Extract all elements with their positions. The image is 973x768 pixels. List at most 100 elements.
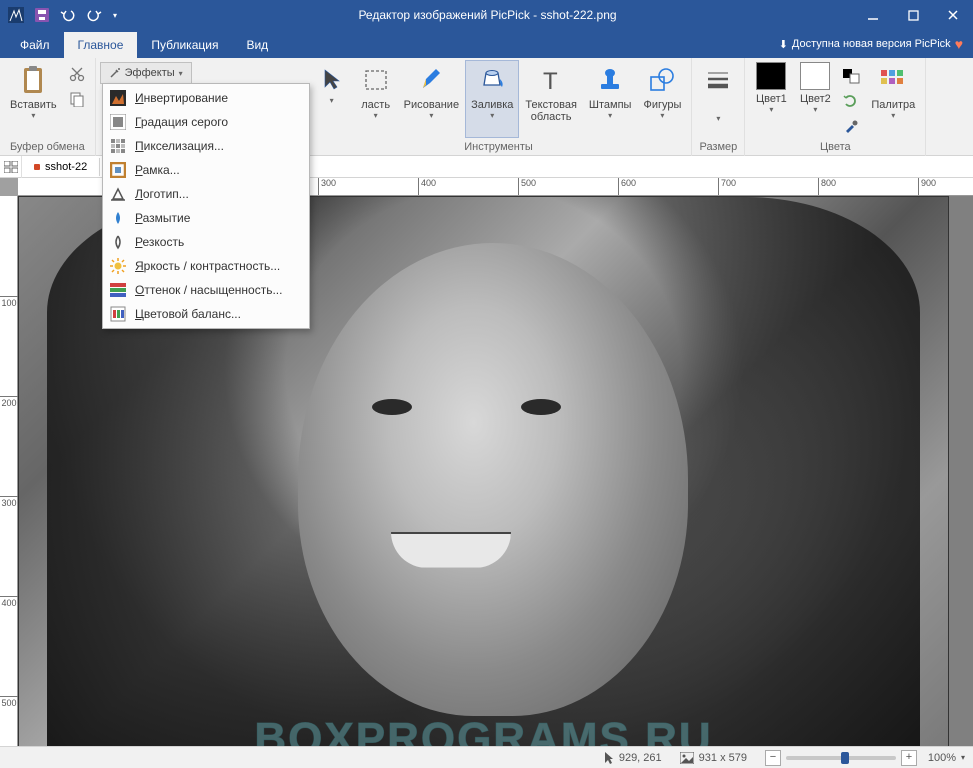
statusbar: 929, 261 931 x 579 − + 100% ▾ [0, 746, 973, 768]
svg-text:T: T [543, 68, 558, 93]
color1-button[interactable]: Цвет1 ▾ [749, 60, 793, 138]
text-icon: T [535, 64, 567, 96]
menu-item-icon [109, 305, 127, 323]
bucket-icon [476, 64, 508, 96]
select-icon [360, 64, 392, 96]
text-tool[interactable]: T Текстовая область [519, 60, 582, 138]
menu-item-label: Цветовой баланс... [135, 307, 241, 321]
app-icon[interactable] [4, 3, 28, 27]
window-title: Редактор изображений PicPick - sshot-222… [122, 8, 853, 22]
effects-dropdown-button[interactable]: Эффекты ▾ [100, 62, 192, 84]
tab-view[interactable]: Вид [232, 32, 282, 58]
menu-item-label: Оттенок / насыщенность... [135, 283, 282, 297]
cursor-icon [603, 751, 614, 765]
menu-item-label: Пикселизация... [135, 139, 224, 153]
document-tab[interactable]: sshot-22 [22, 158, 100, 176]
copy-button[interactable] [65, 87, 89, 111]
effects-menu-item[interactable]: Пикселизация... [105, 134, 307, 158]
color2-button[interactable]: Цвет2 ▾ [793, 60, 837, 138]
update-text: Доступна новая версия PicPick [792, 38, 951, 50]
pencil-icon [415, 64, 447, 96]
maximize-button[interactable] [893, 0, 933, 30]
menu-item-label: Рамка... [135, 163, 180, 177]
zoom-in-button[interactable]: + [901, 750, 917, 766]
palette-button[interactable]: Палитра ▾ [865, 60, 921, 138]
effects-menu-item[interactable]: Цветовой баланс... [105, 302, 307, 326]
save-button[interactable] [30, 3, 54, 27]
minimize-button[interactable] [853, 0, 893, 30]
menu-item-label: Градация серого [135, 115, 228, 129]
menu-item-icon [109, 161, 127, 179]
zoom-dropdown[interactable]: ▾ [961, 753, 965, 762]
menu-item-label: Инвертирование [135, 91, 228, 105]
titlebar: ▾ Редактор изображений PicPick - sshot-2… [0, 0, 973, 30]
group-label-tools: Инструменты [464, 141, 533, 156]
paste-button[interactable]: Вставить ▾ [4, 60, 63, 138]
effects-menu-item[interactable]: Градация серого [105, 110, 307, 134]
menu-item-icon [109, 137, 127, 155]
switch-colors-button[interactable] [839, 89, 863, 113]
effects-menu-item[interactable]: Логотип... [105, 182, 307, 206]
eyedropper-button[interactable] [839, 114, 863, 138]
swap-colors-button[interactable] [839, 64, 863, 88]
cut-button[interactable] [65, 62, 89, 86]
menu-item-icon [109, 233, 127, 251]
download-icon: ⬇ [779, 38, 788, 51]
watermark-text: BOXPROGRAMS.RU [254, 714, 712, 746]
menu-item-label: Логотип... [135, 187, 189, 201]
group-label-size: Размер [699, 141, 737, 156]
clipboard-icon [17, 64, 49, 96]
color2-swatch [800, 62, 830, 90]
ribbon-tabs: Файл Главное Публикация Вид ⬇ Доступна н… [0, 30, 973, 58]
effects-menu-item[interactable]: Резкость [105, 230, 307, 254]
select-tool[interactable]: ласть ▾ [354, 60, 398, 138]
document-tab-label: sshot-22 [45, 161, 87, 173]
group-colors: Цвет1 ▾ Цвет2 ▾ [745, 58, 926, 156]
group-size: ▾ Размер [692, 58, 745, 156]
zoom-thumb[interactable] [841, 752, 849, 764]
image-size: 931 x 579 [680, 752, 747, 764]
pointer-tool[interactable]: ▾ [310, 60, 354, 138]
redo-button[interactable] [82, 3, 106, 27]
palette-icon [877, 64, 909, 96]
tab-publish[interactable]: Публикация [137, 32, 232, 58]
fill-tool[interactable]: Заливка ▾ [465, 60, 519, 138]
effects-menu-item[interactable]: Оттенок / насыщенность... [105, 278, 307, 302]
menu-item-icon [109, 257, 127, 275]
stamps-tool[interactable]: Штампы ▾ [583, 60, 638, 138]
group-tools: ▾ ласть ▾ Рисование ▾ Заливка [306, 58, 693, 156]
shapes-icon [646, 64, 678, 96]
undo-button[interactable] [56, 3, 80, 27]
shapes-tool[interactable]: Фигуры ▾ [637, 60, 687, 138]
tab-home[interactable]: Главное [64, 32, 138, 58]
wand-icon [109, 67, 121, 79]
qat-dropdown[interactable]: ▾ [108, 3, 122, 27]
menu-item-icon [109, 281, 127, 299]
effects-menu-item[interactable]: Размытие [105, 206, 307, 230]
pointer-icon [316, 64, 348, 96]
close-button[interactable] [933, 0, 973, 30]
image-icon [680, 752, 694, 764]
color1-swatch [756, 62, 786, 90]
effects-menu-item[interactable]: Рамка... [105, 158, 307, 182]
tab-file[interactable]: Файл [6, 32, 64, 58]
update-available-link[interactable]: ⬇ Доступна новая версия PicPick ♥ [779, 36, 973, 58]
group-label-colors: Цвета [820, 141, 851, 156]
stamp-icon [594, 64, 626, 96]
draw-tool[interactable]: Рисование ▾ [398, 60, 465, 138]
menu-item-label: Резкость [135, 235, 184, 249]
effects-menu: Инвертирование Градация серого Пикселизаци… [102, 83, 310, 329]
zoom-slider[interactable] [786, 756, 896, 760]
menu-item-icon [109, 209, 127, 227]
menu-item-icon [109, 113, 127, 131]
window-layout-button[interactable] [0, 156, 22, 178]
line-width-button[interactable]: ▾ [696, 60, 740, 138]
vertical-ruler[interactable]: 100200300400500 [0, 196, 18, 746]
effects-menu-item[interactable]: Инвертирование [105, 86, 307, 110]
effects-menu-item[interactable]: Яркость / контрастность... [105, 254, 307, 278]
zoom-out-button[interactable]: − [765, 750, 781, 766]
image-content [298, 243, 688, 716]
menu-item-icon [109, 185, 127, 203]
modified-indicator [34, 164, 40, 170]
group-clipboard: Вставить ▾ Буфер обмена [0, 58, 96, 156]
